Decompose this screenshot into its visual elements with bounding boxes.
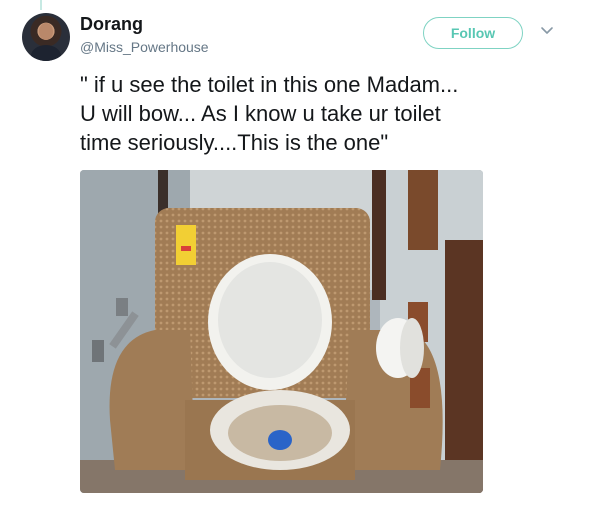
avatar-face: [39, 23, 53, 40]
tweet-text-line: time seriously....This is the one": [80, 130, 389, 155]
display-name[interactable]: Dorang: [80, 14, 143, 35]
avatar[interactable]: [22, 13, 70, 61]
thread-line: [40, 0, 42, 10]
tweet-card: Dorang @Miss_Powerhouse Follow " if u se…: [0, 0, 591, 507]
follow-button[interactable]: Follow: [423, 17, 523, 49]
tweet-text-line: U will bow... As I know u take ur toilet: [80, 101, 441, 126]
tweet-text: " if u see the toilet in this one Madam.…: [80, 70, 560, 157]
avatar-body: [31, 45, 61, 61]
chevron-down-icon[interactable]: [540, 26, 554, 36]
tweet-text-line: " if u see the toilet in this one Madam.…: [80, 72, 459, 97]
user-handle[interactable]: @Miss_Powerhouse: [80, 39, 209, 55]
tweet-photo[interactable]: [80, 170, 483, 493]
toilet-armchair-image: [80, 170, 483, 493]
